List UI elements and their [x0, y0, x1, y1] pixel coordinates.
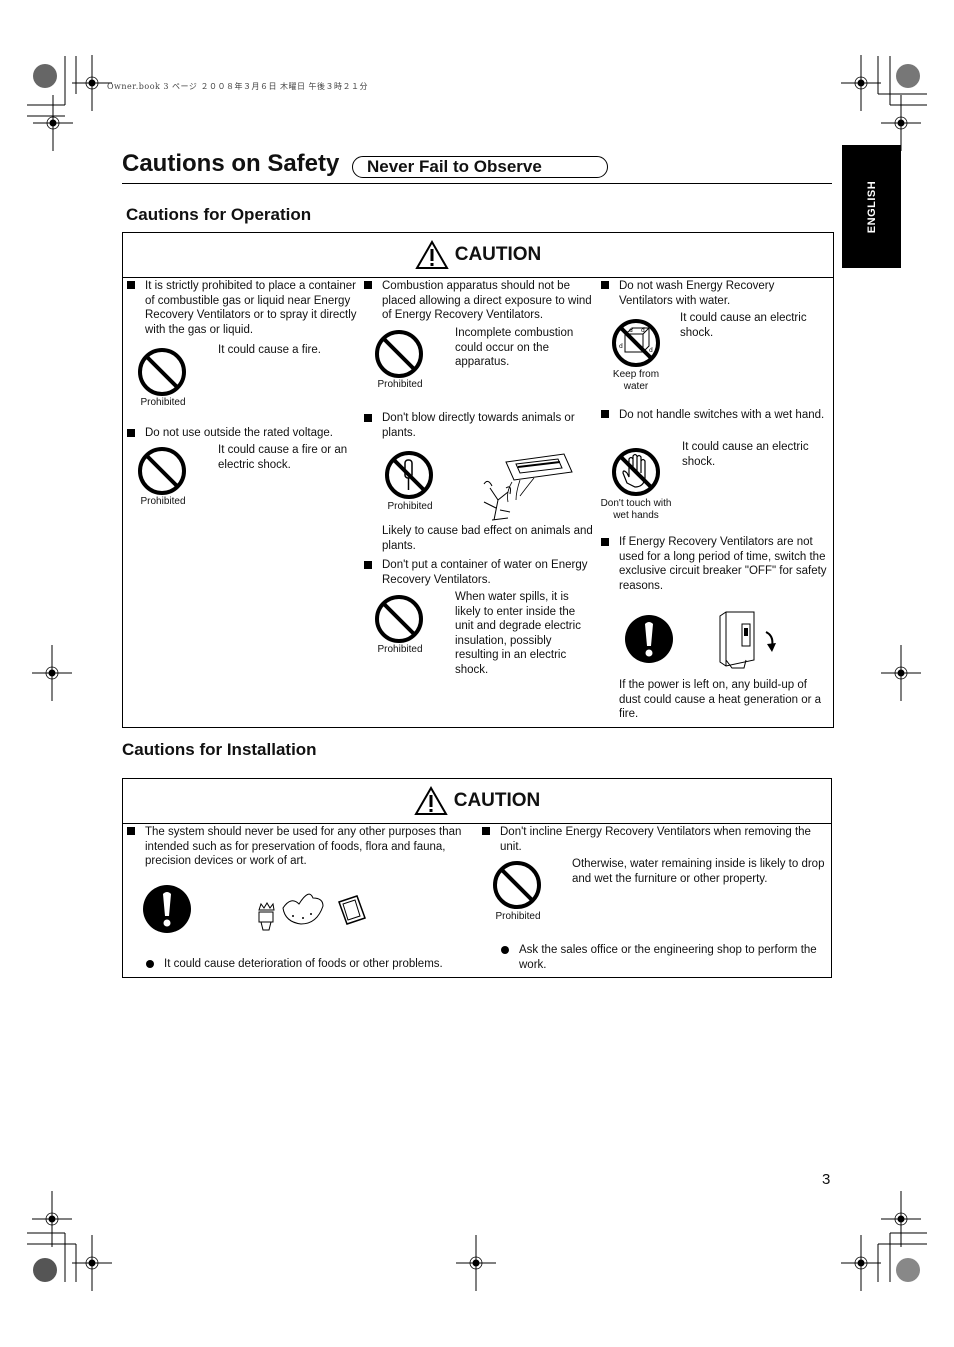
- operation-item-note: Likely to cause bad effect on animals an…: [382, 525, 593, 552]
- operation-item-note: It could cause an electric shock.: [682, 441, 809, 468]
- operation-item-text: If Energy Recovery Ventilators are not u…: [619, 536, 827, 592]
- installation-item-text: Don't incline Energy Recovery Ventilator…: [500, 826, 811, 853]
- wet-hands-prohibited-icon: [612, 448, 660, 496]
- operation-item-text: Combustion apparatus should not be place…: [382, 280, 592, 322]
- prohibited-caption: Prohibited: [140, 496, 186, 507]
- wet-hands-caption: Don't touch with wet hands: [600, 498, 672, 521]
- prohibited-caption: Prohibited: [140, 397, 186, 408]
- operation-item-text: Don't blow directly towards animals or p…: [382, 412, 575, 439]
- operation-item-note: When water spills, it is likely to enter…: [455, 591, 581, 676]
- bullet-icon: [364, 281, 372, 289]
- bullet-icon: [482, 827, 490, 835]
- page-title: Cautions on Safety: [122, 150, 340, 177]
- installation-item-note: It could cause deterioration of foods or…: [164, 958, 443, 970]
- installation-section-title: Cautions for Installation: [122, 740, 317, 759]
- prohibited-caption: Prohibited: [387, 501, 433, 512]
- svg-text:d: d: [629, 327, 633, 334]
- prohibited-caption: Prohibited: [377, 379, 423, 390]
- bullet-icon: [127, 281, 135, 289]
- caution-label: CAUTION: [454, 244, 542, 265]
- mandatory-action-icon: [625, 615, 673, 663]
- prohibited-caption: Prohibited: [495, 911, 541, 922]
- print-metadata: Owner.book 3 ページ ２００８年３月６日 木曜日 午後３時２１分: [107, 82, 369, 91]
- mandatory-action-icon: [143, 885, 191, 933]
- bullet-icon: [364, 561, 372, 569]
- operation-item-text: Do not wash Energy Recovery Ventilators …: [619, 280, 775, 307]
- foods-flora-art-illustration: [258, 893, 366, 931]
- bullet-icon: [601, 538, 609, 546]
- prohibited-icon: [138, 348, 186, 396]
- language-tab-label: ENGLISH: [865, 180, 878, 233]
- color-target-icon: [33, 64, 57, 88]
- operation-item-note: It could cause an electric shock.: [680, 312, 807, 339]
- svg-text:d: d: [649, 347, 653, 354]
- operation-item-note: Incomplete combustion could occur on the…: [455, 327, 574, 369]
- ventilator-blowing-plant-illustration: [483, 453, 573, 521]
- operation-item-note: It could cause a fire or an electric sho…: [218, 444, 348, 471]
- circuit-breaker-illustration: [719, 611, 776, 669]
- prohibited-icon: [375, 330, 423, 378]
- page-number: 3: [822, 1171, 831, 1188]
- warning-triangle-icon: [413, 785, 448, 815]
- bullet-icon: [127, 827, 135, 835]
- page-subtitle-pill: Never Fail to Observe: [352, 156, 608, 178]
- caution-header: CAUTION: [123, 233, 833, 278]
- keep-from-water-caption: Keep from water: [612, 369, 660, 392]
- bullet-icon: [127, 429, 135, 437]
- keep-from-water-icon: d d d d: [612, 319, 660, 367]
- language-tab: ENGLISH: [842, 145, 901, 268]
- installation-item-text: The system should never be used for any …: [145, 826, 462, 868]
- bullet-icon: [601, 281, 609, 289]
- bullet-icon: [601, 410, 609, 418]
- caution-label: CAUTION: [453, 790, 541, 811]
- installation-item-subnote: Ask the sales office or the engineering …: [519, 944, 817, 971]
- prohibited-icon: [493, 861, 541, 909]
- prohibited-caption: Prohibited: [377, 644, 423, 655]
- svg-text:d: d: [619, 343, 623, 350]
- title-divider: [122, 183, 832, 184]
- operation-item-text: It is strictly prohibited to place a con…: [145, 280, 357, 336]
- warning-triangle-icon: [414, 239, 449, 269]
- operation-item-text: Do not use outside the rated voltage.: [145, 427, 333, 439]
- prohibited-touch-icon: [385, 451, 433, 499]
- svg-text:d: d: [641, 327, 645, 334]
- operation-item-text: Don't put a container of water on Energy…: [382, 559, 588, 586]
- operation-item-note: If the power is left on, any build-up of…: [619, 679, 822, 721]
- prohibited-icon: [138, 447, 186, 495]
- installation-item-note: Otherwise, water remaining inside is lik…: [572, 858, 825, 885]
- bullet-dot-icon: [146, 960, 154, 968]
- bullet-dot-icon: [501, 946, 509, 954]
- operation-section-title: Cautions for Operation: [126, 205, 312, 224]
- bullet-icon: [364, 414, 372, 422]
- operation-item-text: Do not handle switches with a wet hand.: [619, 409, 825, 421]
- operation-item-note: It could cause a fire.: [218, 344, 321, 356]
- caution-header: CAUTION: [123, 779, 831, 824]
- prohibited-icon: [375, 595, 423, 643]
